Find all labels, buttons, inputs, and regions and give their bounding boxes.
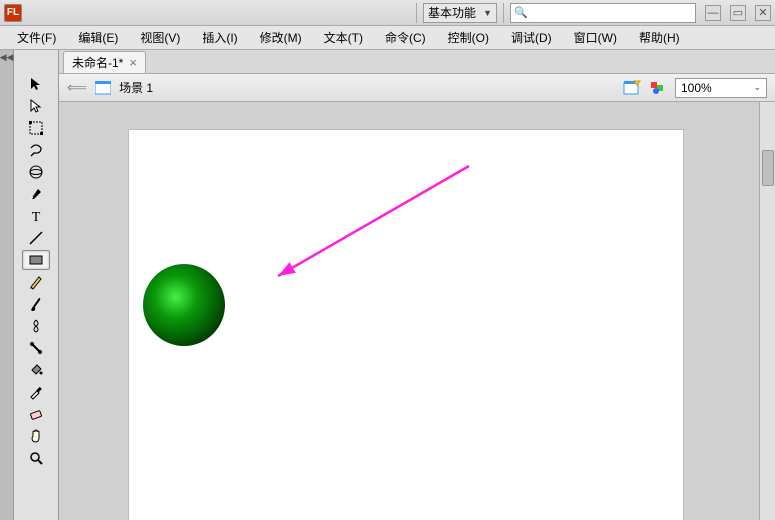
close-button[interactable]: ✕ <box>755 5 771 21</box>
document-tab-label: 未命名-1* <box>72 54 123 71</box>
brush-tool[interactable] <box>22 294 50 314</box>
title-bar: FL 基本功能 ▼ 🔍 — ▭ ✕ <box>0 0 775 26</box>
edit-symbols-icon[interactable] <box>649 80 667 96</box>
stage-wrap <box>59 102 775 520</box>
annotation-arrow <box>266 154 481 288</box>
zoom-selector[interactable]: 100% ⌄ <box>675 78 767 98</box>
minimize-button[interactable]: — <box>705 5 721 21</box>
menu-item[interactable]: 插入(I) <box>191 26 248 49</box>
pencil-tool[interactable] <box>22 272 50 292</box>
eyedropper-tool[interactable] <box>22 382 50 402</box>
maximize-button[interactable]: ▭ <box>730 5 746 21</box>
zoom-tool[interactable] <box>22 448 50 468</box>
scene-label: 场景 1 <box>119 79 153 96</box>
workspace-label: 基本功能 <box>428 4 476 21</box>
menu-item[interactable]: 窗口(W) <box>563 26 628 49</box>
menu-item[interactable]: 修改(M) <box>249 26 313 49</box>
vertical-divider <box>416 3 417 23</box>
scene-bar: ⟸ 场景 1 100% ⌄ <box>59 74 775 102</box>
lasso-tool[interactable] <box>22 140 50 160</box>
deco-tool[interactable] <box>22 316 50 336</box>
search-icon: 🔍 <box>514 6 528 19</box>
bone-tool[interactable] <box>22 338 50 358</box>
document-tab[interactable]: 未命名-1* × <box>63 51 146 73</box>
menu-item[interactable]: 调试(D) <box>500 26 563 49</box>
main-area: 未命名-1* × ⟸ 场景 1 100% <box>59 50 775 520</box>
menu-item[interactable]: 帮助(H) <box>628 26 691 49</box>
stage-viewport[interactable] <box>59 102 759 520</box>
workspace-selector[interactable]: 基本功能 ▼ <box>423 3 497 23</box>
tools-panel <box>14 50 59 520</box>
close-icon[interactable]: × <box>129 55 137 70</box>
edit-scene-icon[interactable] <box>623 80 641 96</box>
chevron-down-icon: ▼ <box>483 8 492 18</box>
vertical-divider <box>503 3 504 23</box>
chevron-down-icon: ⌄ <box>753 82 761 93</box>
text-tool[interactable] <box>22 206 50 226</box>
rectangle-tool[interactable] <box>22 250 50 270</box>
app-logo: FL <box>4 4 22 22</box>
paint-bucket-tool[interactable] <box>22 360 50 380</box>
subselection-tool[interactable] <box>22 96 50 116</box>
hand-tool[interactable] <box>22 426 50 446</box>
gradient-sphere[interactable] <box>143 264 225 346</box>
menu-bar: 文件(F)编辑(E)视图(V)插入(I)修改(M)文本(T)命令(C)控制(O)… <box>0 26 775 50</box>
scrollbar-thumb[interactable] <box>762 150 774 186</box>
scene-icon <box>95 81 111 95</box>
search-field[interactable]: 🔍 <box>510 3 696 23</box>
back-arrow-icon[interactable]: ⟸ <box>67 79 87 96</box>
pen-tool[interactable] <box>22 184 50 204</box>
menu-item[interactable]: 文本(T) <box>313 26 374 49</box>
menu-item[interactable]: 命令(C) <box>374 26 437 49</box>
line-tool[interactable] <box>22 228 50 248</box>
menu-item[interactable]: 编辑(E) <box>67 26 129 49</box>
zoom-value: 100% <box>681 81 712 95</box>
search-input[interactable] <box>531 5 692 21</box>
menu-item[interactable]: 视图(V) <box>129 26 191 49</box>
menu-item[interactable]: 文件(F) <box>6 26 67 49</box>
panel-collapse-tab[interactable]: ◀◀ <box>0 50 14 520</box>
3d-rotation-tool[interactable] <box>22 162 50 182</box>
document-tab-bar: 未命名-1* × <box>59 50 775 74</box>
eraser-tool[interactable] <box>22 404 50 424</box>
selection-tool[interactable] <box>22 74 50 94</box>
vertical-scrollbar[interactable] <box>759 102 775 520</box>
stage[interactable] <box>129 130 683 520</box>
free-transform-tool[interactable] <box>22 118 50 138</box>
menu-item[interactable]: 控制(O) <box>437 26 500 49</box>
